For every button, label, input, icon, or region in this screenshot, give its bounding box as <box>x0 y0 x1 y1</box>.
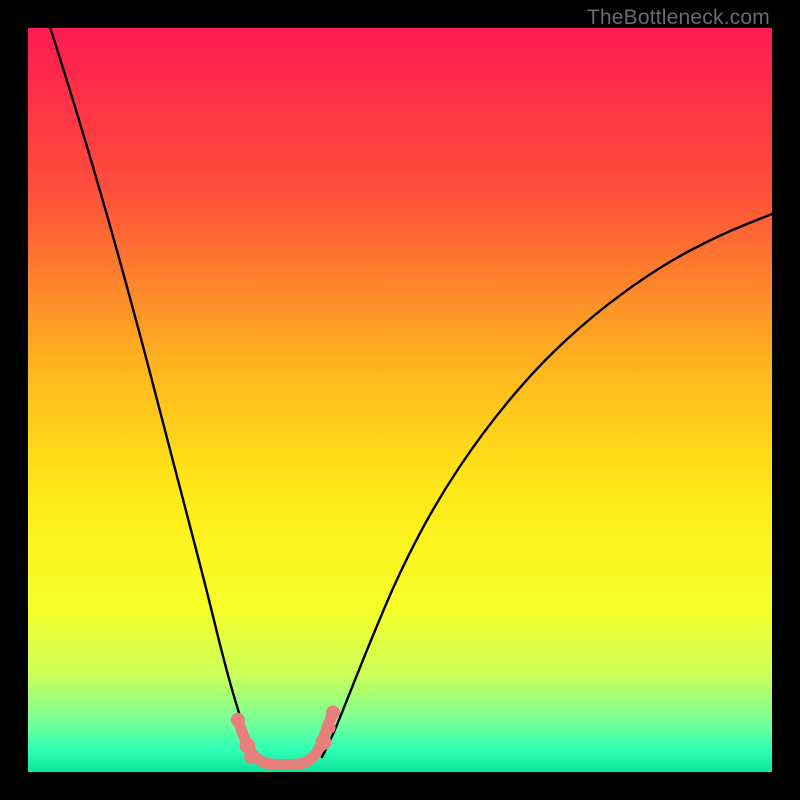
chart-frame: TheBottleneck.com <box>0 0 800 800</box>
valley-marker <box>322 720 336 734</box>
left-branch-curve <box>50 28 255 757</box>
valley-marker <box>244 750 258 764</box>
valley-marker <box>231 713 245 727</box>
right-branch-curve <box>322 214 772 757</box>
valley-marker <box>326 706 340 720</box>
watermark-label: TheBottleneck.com <box>587 6 770 30</box>
curve-layer <box>28 28 772 772</box>
plot-area <box>28 28 772 772</box>
valley-marker <box>315 734 331 750</box>
